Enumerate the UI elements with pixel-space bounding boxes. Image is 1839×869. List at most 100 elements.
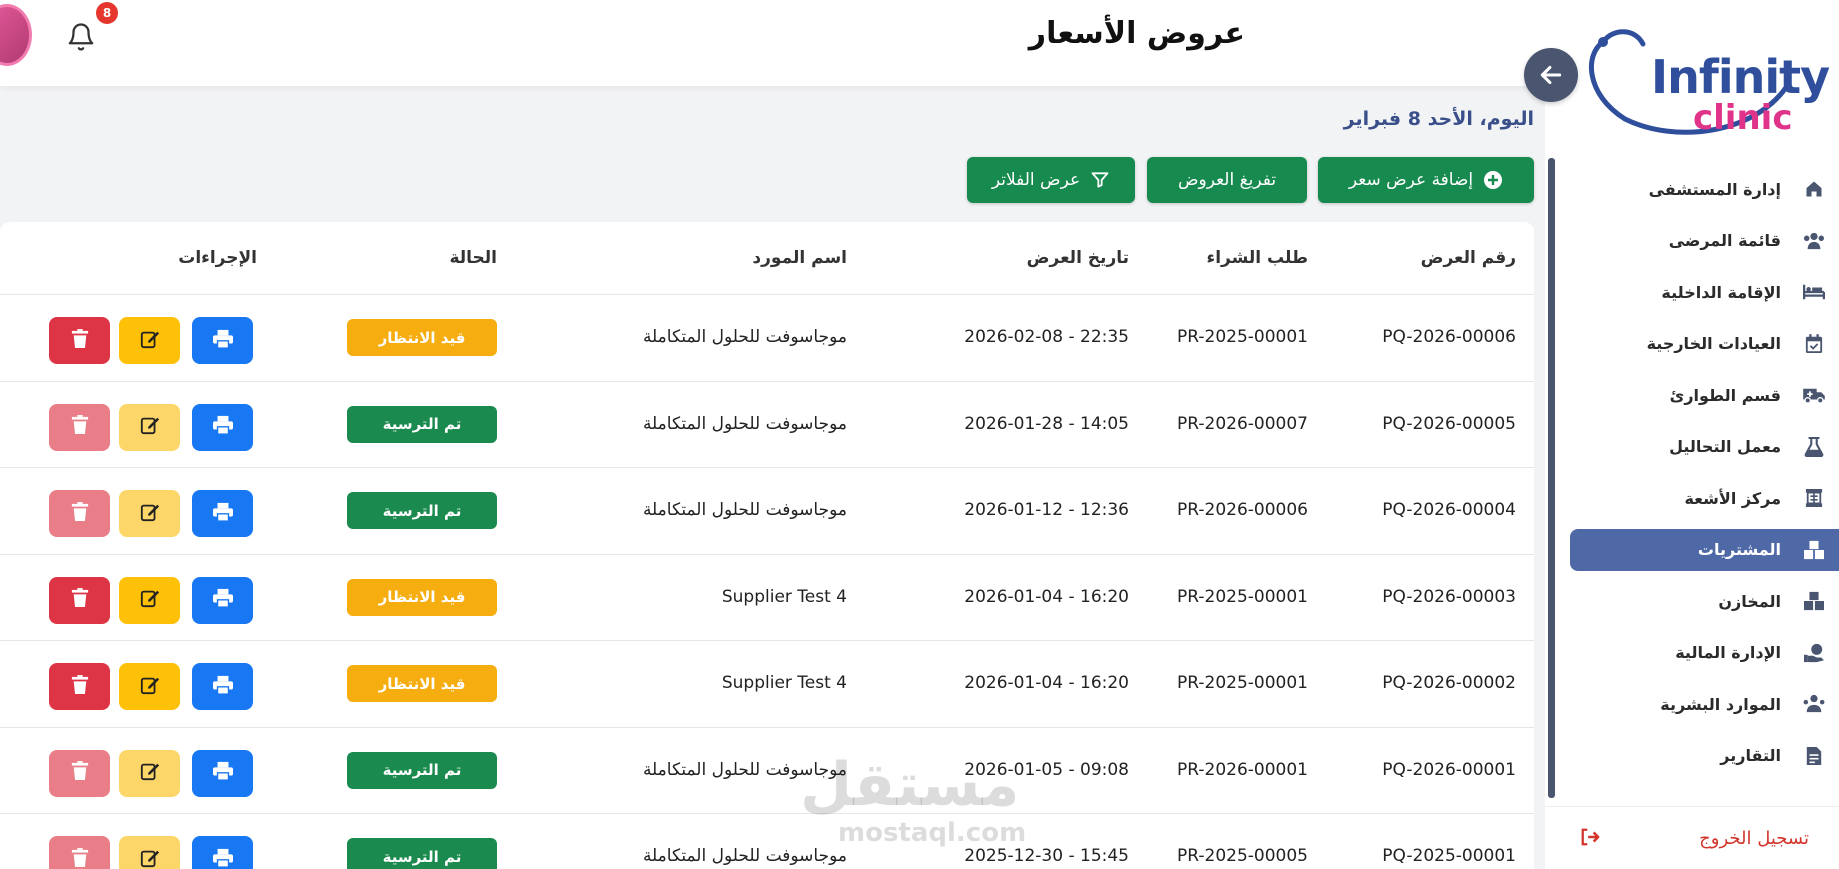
delete-button[interactable] bbox=[49, 749, 110, 797]
print-button[interactable] bbox=[192, 403, 253, 451]
logout-button[interactable]: تسجيل الخروج bbox=[1545, 806, 1839, 869]
quote-date: 2025-12-30 - 15:45 bbox=[964, 846, 1129, 866]
sidebar-item-bed[interactable]: الإقامة الداخلية bbox=[1570, 271, 1839, 313]
edit-button[interactable] bbox=[119, 403, 180, 451]
printer-icon bbox=[212, 761, 234, 785]
collapse-sidebar-button[interactable] bbox=[1524, 48, 1578, 102]
table-row[interactable]: PQ-2025-00001 PR-2025-00005 2025-12-30 - 1… bbox=[0, 813, 1534, 869]
sidebar-item-home[interactable]: إدارة المستشفى bbox=[1570, 168, 1839, 210]
sidebar-item-hr[interactable]: الموارد البشرية bbox=[1570, 683, 1839, 725]
table-row[interactable]: PQ-2026-00004 PR-2026-00006 2026-01-12 - 1… bbox=[0, 467, 1534, 553]
sidebar-item-label: العيادات الخارجية bbox=[1646, 334, 1781, 353]
sidebar-item-boxes[interactable]: المشتريات bbox=[1570, 528, 1839, 571]
print-button[interactable] bbox=[192, 490, 253, 537]
column-header-purchase-request[interactable]: طلب الشراء bbox=[1207, 248, 1308, 268]
sidebar-item-warehouse[interactable]: المخازن bbox=[1570, 580, 1839, 622]
sidebar-item-flask[interactable]: معمل التحاليل bbox=[1570, 426, 1839, 468]
delete-button[interactable] bbox=[49, 836, 110, 869]
quote-id: PQ-2026-00005 bbox=[1382, 413, 1516, 434]
edit-button[interactable] bbox=[119, 663, 180, 710]
column-header-quote-date[interactable]: تاريخ العرض bbox=[1027, 248, 1129, 268]
print-button[interactable] bbox=[192, 317, 253, 364]
edit-button[interactable] bbox=[119, 317, 180, 364]
watermark-logo: مستقل bbox=[800, 750, 1020, 820]
trash-icon bbox=[71, 674, 89, 699]
sidebar-item-ambulance[interactable]: قسم الطوارئ bbox=[1570, 374, 1839, 416]
bell-icon[interactable] bbox=[66, 22, 96, 52]
logout-icon bbox=[1579, 827, 1601, 851]
quote-date: 2026-01-28 - 14:05 bbox=[964, 413, 1129, 434]
add-quote-button[interactable]: إضافة عرض سعر bbox=[1318, 157, 1534, 203]
quote-date: 2026-01-04 - 16:20 bbox=[964, 586, 1129, 607]
supplier-name: Supplier Test 4 bbox=[721, 673, 847, 693]
trash-icon bbox=[71, 588, 89, 612]
brand-logo[interactable]: Infinity clinic bbox=[1565, 14, 1830, 144]
print-button[interactable] bbox=[192, 663, 253, 710]
purchase-request-id: PR-2025-00005 bbox=[1177, 846, 1308, 866]
quote-date: 2026-01-04 - 16:20 bbox=[964, 673, 1129, 693]
sidebar-item-label: مركز الأشعة bbox=[1684, 488, 1781, 508]
printer-icon bbox=[212, 502, 234, 526]
warehouse-icon bbox=[1801, 588, 1827, 614]
plus-circle-icon bbox=[1484, 171, 1503, 189]
clear-quotes-label: تفريغ العروض bbox=[1177, 170, 1277, 190]
quotes-table: رقم العرض طلب الشراء تاريخ العرض اسم الم… bbox=[0, 222, 1534, 869]
edit-button[interactable] bbox=[119, 576, 180, 624]
column-header-status[interactable]: الحالة bbox=[449, 248, 497, 268]
table-row[interactable]: PQ-2026-00003 PR-2025-00001 2026-01-04 - 1… bbox=[0, 553, 1534, 640]
delete-button[interactable] bbox=[49, 663, 110, 710]
edit-button[interactable] bbox=[119, 490, 180, 537]
quote-id: PQ-2025-00001 bbox=[1382, 846, 1516, 866]
trash-icon bbox=[71, 415, 89, 439]
table-row[interactable]: PQ-2026-00001 PR-2026-00001 2026-01-05 - 0… bbox=[0, 726, 1534, 813]
sidebar-nav: إدارة المستشفى قائمة المرضى الإقامة الداخل… bbox=[1570, 168, 1839, 786]
column-header-supplier[interactable]: اسم المورد bbox=[752, 248, 847, 268]
table-row[interactable]: PQ-2026-00002 PR-2025-00001 2026-01-04 - 1… bbox=[0, 640, 1534, 726]
trash-icon bbox=[71, 761, 89, 785]
edit-button[interactable] bbox=[119, 836, 180, 869]
purchase-request-id: PR-2026-00006 bbox=[1177, 500, 1308, 520]
sidebar-item-label: التقارير bbox=[1720, 746, 1781, 765]
printer-icon bbox=[212, 588, 234, 612]
sidebar-item-label: المشتريات bbox=[1697, 540, 1781, 559]
purchase-request-id: PR-2025-00001 bbox=[1177, 586, 1308, 607]
top-header: 8 عروض الأسعار bbox=[0, 0, 1545, 86]
sidebar-item-report[interactable]: التقارير bbox=[1570, 735, 1839, 777]
finance-icon bbox=[1801, 640, 1827, 666]
sidebar-scrollbar[interactable] bbox=[1548, 158, 1555, 798]
sidebar-item-xray[interactable]: مركز الأشعة bbox=[1570, 477, 1839, 519]
delete-button[interactable] bbox=[49, 576, 110, 624]
add-quote-label: إضافة عرض سعر bbox=[1348, 170, 1474, 190]
status-badge: قيد الانتظار bbox=[347, 665, 497, 702]
sidebar-item-users[interactable]: قائمة المرضى bbox=[1570, 220, 1839, 262]
edit-button[interactable] bbox=[119, 749, 180, 797]
sidebar-item-finance[interactable]: الإدارة المالية bbox=[1570, 632, 1839, 674]
show-filters-label: عرض الفلاتر bbox=[991, 170, 1081, 190]
boxes-icon bbox=[1801, 537, 1827, 563]
delete-button[interactable] bbox=[49, 403, 110, 451]
bed-icon bbox=[1801, 279, 1827, 305]
table-row[interactable]: PQ-2026-00005 PR-2026-00007 2026-01-28 - 1… bbox=[0, 380, 1534, 467]
ambulance-icon bbox=[1801, 382, 1827, 408]
quote-id: PQ-2026-00004 bbox=[1382, 500, 1516, 520]
sidebar-item-calendar[interactable]: العيادات الخارجية bbox=[1570, 323, 1839, 365]
column-header-quote-id[interactable]: رقم العرض bbox=[1421, 248, 1516, 268]
print-button[interactable] bbox=[192, 749, 253, 797]
status-badge: تم الترسية bbox=[347, 838, 497, 869]
clear-quotes-button[interactable]: تفريغ العروض bbox=[1147, 157, 1307, 203]
print-button[interactable] bbox=[192, 576, 253, 624]
sidebar-item-label: قسم الطوارئ bbox=[1669, 385, 1781, 405]
column-header-actions: الإجراءات bbox=[178, 248, 257, 268]
quote-date: 2026-02-08 - 22:35 bbox=[964, 327, 1129, 347]
sidebar-item-label: معمل التحاليل bbox=[1669, 437, 1781, 456]
sidebar-item-label: إدارة المستشفى bbox=[1648, 179, 1781, 199]
show-filters-button[interactable]: عرض الفلاتر bbox=[967, 157, 1135, 203]
edit-icon bbox=[140, 415, 160, 439]
printer-icon bbox=[212, 415, 234, 439]
flask-icon bbox=[1801, 434, 1827, 460]
table-row[interactable]: PQ-2026-00006 PR-2025-00001 2026-02-08 - 2… bbox=[0, 294, 1534, 380]
delete-button[interactable] bbox=[49, 317, 110, 364]
print-button[interactable] bbox=[192, 836, 253, 869]
user-avatar[interactable] bbox=[0, 4, 32, 66]
delete-button[interactable] bbox=[49, 490, 110, 537]
